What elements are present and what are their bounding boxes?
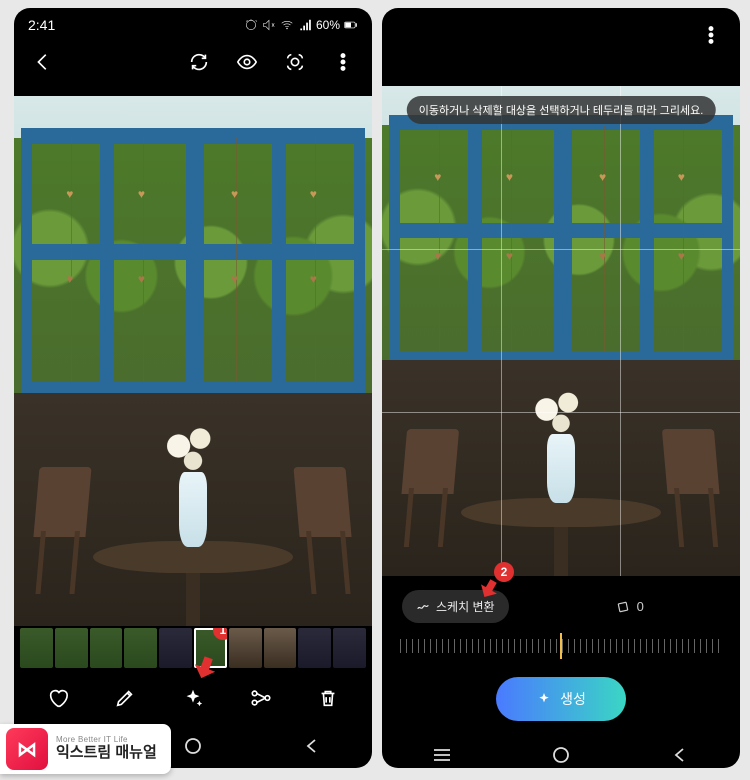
nav-home[interactable] — [163, 731, 223, 761]
status-bar: 2:41 60% — [14, 8, 372, 38]
recents-icon — [432, 748, 452, 762]
editor-canvas[interactable]: 이동하거나 삭제할 대상을 선택하거나 테두리를 따라 그리세요. — [382, 86, 740, 576]
nav-back-icon — [304, 738, 320, 754]
pencil-icon — [114, 687, 136, 709]
heart-icon — [47, 687, 69, 709]
phone-editor: 이동하거나 삭제할 대상을 선택하거나 테두리를 따라 그리세요. 2 스케치 … — [382, 8, 740, 768]
battery-icon — [344, 18, 358, 32]
lens-icon — [284, 51, 306, 73]
more-button[interactable] — [328, 47, 358, 77]
watermark-logo: ⋈ — [6, 728, 48, 770]
eye-icon — [236, 51, 258, 73]
nav-recents[interactable] — [412, 740, 472, 768]
rotate-icon — [615, 599, 631, 615]
nav-back[interactable] — [282, 731, 342, 761]
thumbnail[interactable] — [20, 628, 53, 668]
thumbnail[interactable] — [264, 628, 297, 668]
home-icon — [184, 737, 202, 755]
rotation-slider[interactable] — [400, 631, 722, 661]
thumbnail[interactable] — [55, 628, 88, 668]
back-button[interactable] — [28, 47, 58, 77]
editor-tools-row: 2 스케치 변환 0 — [382, 576, 740, 627]
more-vertical-icon — [700, 24, 722, 46]
rotation-value: 0 — [637, 599, 644, 614]
generate-label: 생성 — [560, 689, 586, 709]
mute-icon — [262, 18, 276, 32]
trash-icon — [317, 687, 339, 709]
thumbnail[interactable] — [298, 628, 331, 668]
more-button[interactable] — [696, 20, 726, 50]
photo-content — [14, 96, 372, 626]
visibility-button[interactable] — [232, 47, 262, 77]
thumbnail[interactable] — [90, 628, 123, 668]
chevron-left-icon — [32, 51, 54, 73]
editor-hint: 이동하거나 삭제할 대상을 선택하거나 테두리를 따라 그리세요. — [407, 96, 716, 124]
remaster-button[interactable] — [184, 47, 214, 77]
thumbnail[interactable] — [333, 628, 366, 668]
callout-arrow-1 — [192, 655, 218, 686]
sparkle-icon — [536, 691, 552, 707]
alarm-icon — [244, 18, 258, 32]
bixby-vision-button[interactable] — [280, 47, 310, 77]
top-toolbar — [382, 8, 740, 56]
more-vertical-icon — [332, 51, 354, 73]
ruler-indicator — [560, 633, 562, 659]
callout-arrow-2 — [478, 578, 500, 605]
clock: 2:41 — [28, 17, 55, 33]
nav-bar — [382, 735, 740, 768]
watermark-main: 익스트림 매뉴얼 — [56, 745, 157, 762]
nav-back-icon — [672, 747, 688, 763]
phone-viewer: 2:41 60% — [14, 8, 372, 768]
sparkle-icon — [182, 687, 204, 709]
rotation-readout: 0 — [539, 599, 720, 615]
battery-text: 60% — [316, 18, 340, 32]
thumbnail[interactable] — [229, 628, 262, 668]
share-button[interactable] — [239, 676, 283, 720]
edit-button[interactable] — [103, 676, 147, 720]
top-toolbar — [14, 38, 372, 86]
nav-back[interactable] — [650, 740, 710, 768]
photo-viewport[interactable] — [14, 96, 372, 626]
callout-badge-1: 1 — [213, 628, 227, 640]
thumbnail[interactable] — [159, 628, 192, 668]
delete-button[interactable] — [306, 676, 350, 720]
photo-content — [382, 86, 740, 576]
status-icons: 60% — [244, 18, 358, 32]
share-icon — [250, 687, 272, 709]
generate-row: 생성 — [382, 671, 740, 735]
favorite-button[interactable] — [36, 676, 80, 720]
generate-button[interactable]: 생성 — [496, 677, 626, 721]
wifi-icon — [280, 18, 294, 32]
thumbnail[interactable] — [124, 628, 157, 668]
nav-home[interactable] — [531, 740, 591, 768]
home-icon — [552, 746, 570, 764]
scribble-icon — [416, 600, 430, 614]
signal-icon — [298, 18, 312, 32]
callout-badge-2: 2 — [494, 562, 514, 582]
watermark: ⋈ More Better IT Life 익스트림 매뉴얼 — [0, 724, 171, 774]
remaster-icon — [188, 51, 210, 73]
